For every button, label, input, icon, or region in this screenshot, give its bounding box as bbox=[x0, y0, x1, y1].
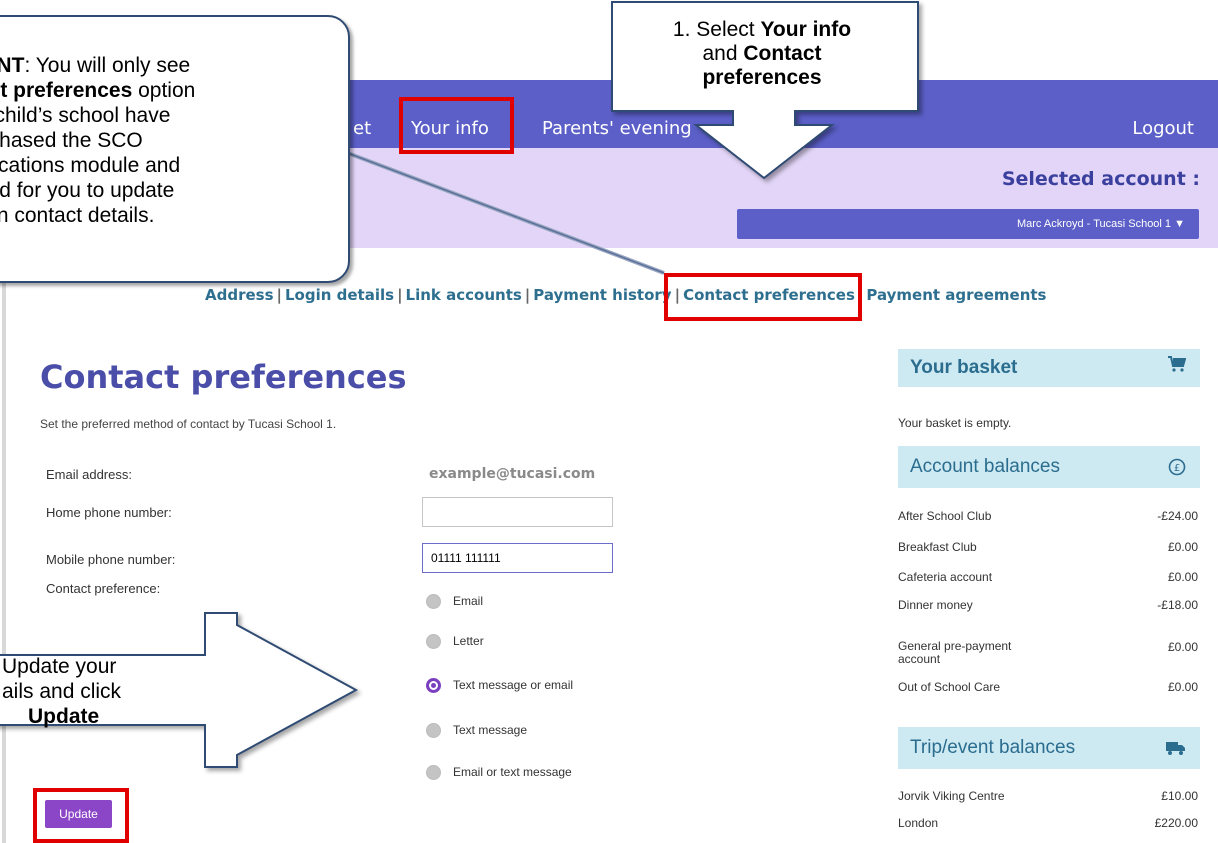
step1-your-info: Your info bbox=[760, 18, 852, 41]
step1-and: and bbox=[702, 42, 744, 65]
important-bold: tact preferences bbox=[0, 79, 133, 102]
step2-line2: ails and click bbox=[2, 680, 122, 703]
step2-line1: Update your bbox=[2, 655, 117, 678]
important-callout-text: TANT: You will only seetact preferences … bbox=[0, 53, 320, 228]
step2-callout-text: Update your ails and click Update bbox=[0, 654, 205, 729]
important-callout: TANT: You will only seetact preferences … bbox=[0, 15, 350, 283]
important-lead: TANT bbox=[0, 54, 25, 77]
step1-callout-text: 1. Select Your info and Contact preferen… bbox=[612, 18, 912, 90]
step2-update: Update bbox=[28, 705, 100, 728]
connector-line-core bbox=[344, 151, 665, 274]
step1-preferences: preferences bbox=[702, 66, 822, 89]
step1-prefix: 1. Select bbox=[672, 18, 761, 41]
step1-contact: Contact bbox=[743, 42, 822, 65]
